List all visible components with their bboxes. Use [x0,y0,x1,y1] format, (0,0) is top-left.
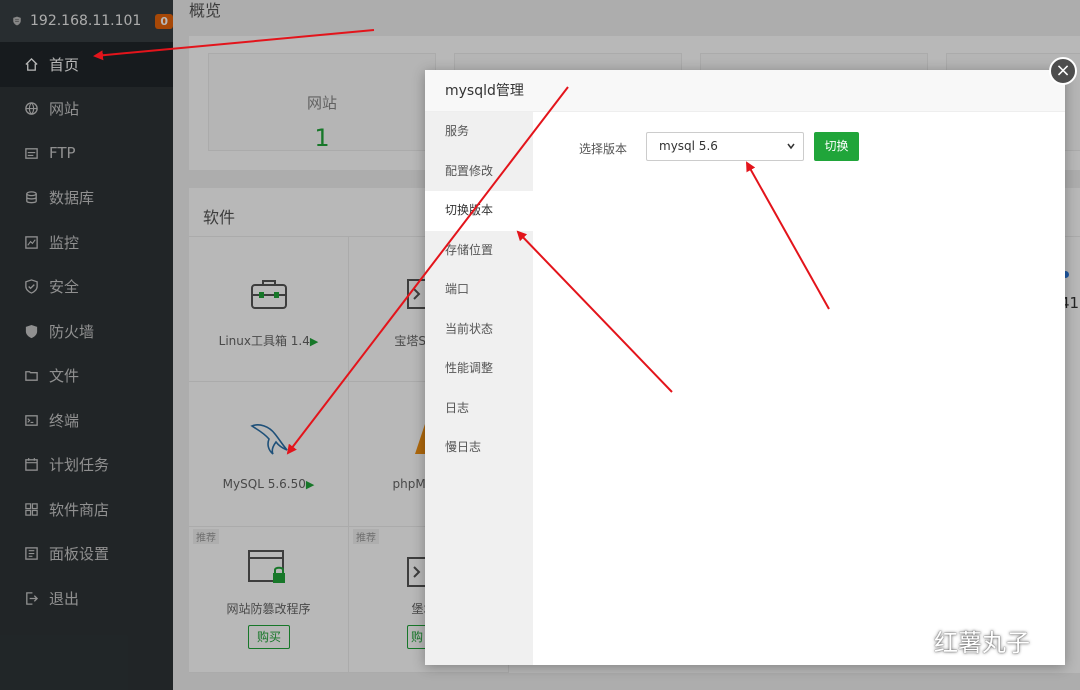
modal-title: mysqld管理 [425,70,1065,112]
modal-nav-item[interactable]: 服务 [425,112,533,152]
modal-nav-item[interactable]: 慢日志 [425,428,533,468]
watermark-text: 红薯丸子 [934,629,1030,657]
modal-nav-item[interactable]: 日志 [425,389,533,429]
mysqld-modal: mysqld管理 服务 配置修改 切换版本 存储位置 端口 当前状态 性能调整 日志 慢日志 选… [425,70,1065,665]
switch-version-button[interactable]: 切换 [814,132,859,161]
modal-nav-item[interactable]: 存储位置 [425,231,533,271]
watermark: 红薯丸子 [890,623,1030,658]
modal-nav-item[interactable]: 端口 [425,270,533,310]
close-icon[interactable]: × [1049,57,1077,85]
wechat-icon [891,628,924,653]
chevron-down-icon [787,143,795,150]
modal-nav-item[interactable]: 切换版本 [425,191,533,231]
version-label: 选择版本 [579,142,628,156]
modal-body: 选择版本 mysql 5.6 切换 [533,112,1065,665]
modal-nav-item[interactable]: 配置修改 [425,152,533,192]
modal-nav-item[interactable]: 当前状态 [425,310,533,350]
modal-nav-item[interactable]: 性能调整 [425,349,533,389]
version-selected-value: mysql 5.6 [659,139,718,153]
modal-nav: 服务 配置修改 切换版本 存储位置 端口 当前状态 性能调整 日志 慢日志 [425,112,533,665]
version-select[interactable]: mysql 5.6 [646,132,804,161]
